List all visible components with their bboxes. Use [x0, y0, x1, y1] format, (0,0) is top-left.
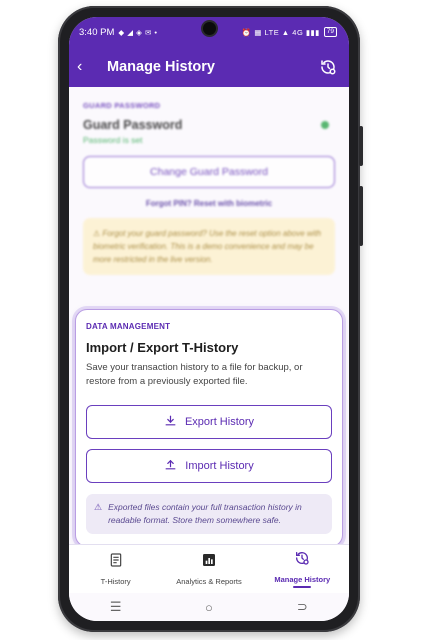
signal-icons: ⏰ ▦ LTE ▲ 4G ▮▮▮ [241, 27, 320, 37]
phone-frame: 3:40 PM ◆ ◢ ◈ ✉ • ⏰ ▦ LTE ▲ 4G ▮▮▮ 79 ‹ … [58, 6, 363, 632]
nav-label-manage-history: Manage History [274, 575, 331, 584]
content-area: GUARD PASSWORD Guard Password Password i… [69, 87, 349, 553]
import-history-label: Import History [185, 460, 254, 472]
nav-item-manage-history[interactable]: Manage History [257, 550, 347, 588]
change-guard-password-button[interactable]: Change Guard Password [83, 156, 335, 188]
import-history-button[interactable]: Import History [86, 449, 332, 483]
nav-item-analytics[interactable]: Analytics & Reports [164, 552, 254, 586]
card-title: Import / Export T-History [86, 340, 239, 355]
front-camera [203, 22, 216, 35]
home-button[interactable]: ○ [189, 600, 229, 615]
guard-warning: ⚠ Forgot your guard password? Use the re… [83, 218, 335, 275]
data-management-label: DATA MANAGEMENT [86, 322, 171, 331]
system-back-button[interactable]: ⊃ [282, 599, 322, 615]
volume-button [359, 126, 363, 166]
upload-icon [164, 458, 177, 474]
card-description: Save your transaction history to a file … [86, 362, 303, 387]
system-navigation: ☰ ○ ⊃ [69, 593, 349, 621]
app-bar: ‹ Manage History [69, 47, 349, 87]
receipt-icon [108, 552, 124, 573]
bottom-navigation: T-History Analytics & Reports Manage His… [69, 544, 349, 593]
active-indicator [293, 586, 312, 588]
history-settings-icon[interactable] [317, 56, 339, 78]
warning-icon: ⚠ [94, 502, 103, 512]
guard-section: GUARD PASSWORD Guard Password Password i… [69, 87, 349, 275]
back-button[interactable]: ‹ [77, 58, 99, 76]
screen: 3:40 PM ◆ ◢ ◈ ✉ • ⏰ ▦ LTE ▲ 4G ▮▮▮ 79 ‹ … [69, 17, 349, 621]
nav-label-analytics: Analytics & Reports [176, 577, 242, 586]
export-history-button[interactable]: Export History [86, 405, 332, 439]
nav-item-t-history[interactable]: T-History [71, 552, 161, 586]
export-note-text: Exported files contain your full transac… [108, 502, 302, 525]
status-bar: 3:40 PM ◆ ◢ ◈ ✉ • ⏰ ▦ LTE ▲ 4G ▮▮▮ 79 [69, 17, 349, 47]
status-time: 3:40 PM [79, 26, 115, 38]
export-history-label: Export History [184, 416, 255, 428]
guard-section-label: GUARD PASSWORD [83, 101, 161, 110]
recents-button[interactable]: ☰ [96, 599, 136, 615]
export-note: ⚠ Exported files contain your full trans… [86, 494, 332, 534]
analytics-icon [201, 552, 217, 573]
history-settings-icon [294, 550, 310, 571]
nav-label-t-history: T-History [100, 577, 131, 586]
power-button [359, 186, 363, 246]
page-title: Manage History [107, 59, 215, 75]
notification-icons: ◆ ◢ ◈ ✉ • [118, 27, 158, 37]
status-dot [321, 121, 329, 129]
guard-status: Password is set [83, 135, 143, 145]
data-management-card: DATA MANAGEMENT Import / Export T-Histor… [75, 309, 343, 547]
guard-title: Guard Password [83, 118, 183, 132]
forgot-pin-link[interactable]: Forgot PIN? Reset with biometric [83, 199, 335, 208]
battery-icon: 79 [323, 27, 337, 37]
download-icon [164, 414, 177, 430]
